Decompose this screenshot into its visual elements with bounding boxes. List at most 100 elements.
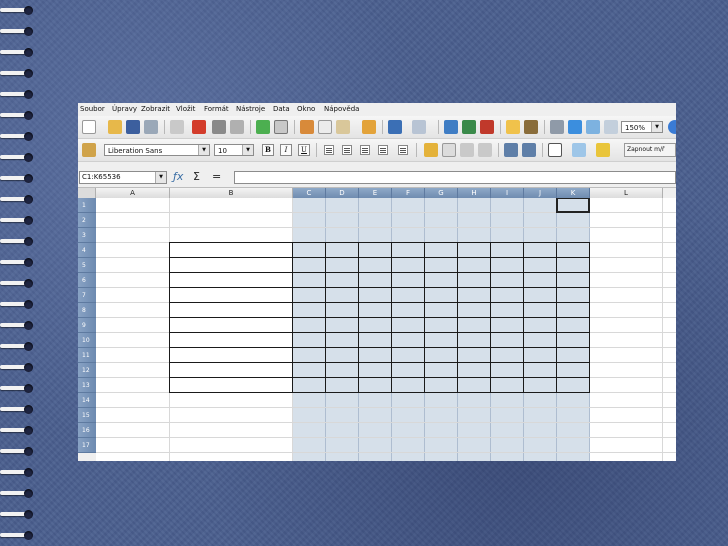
sort-ascending-icon[interactable]	[462, 120, 476, 134]
row-header-17[interactable]: 17	[78, 438, 96, 453]
document-icon[interactable]	[170, 120, 184, 134]
row-header-9[interactable]: 9	[78, 318, 96, 333]
row-header-1[interactable]: 1	[78, 198, 96, 213]
print-preview-icon[interactable]	[230, 120, 244, 134]
remove-decimal-icon[interactable]	[478, 143, 492, 157]
row-header-8[interactable]: 8	[78, 303, 96, 318]
copy-icon[interactable]	[318, 120, 332, 134]
paste-icon[interactable]	[336, 120, 350, 134]
sum-icon[interactable]: Σ	[193, 170, 200, 184]
column-header-l[interactable]: L	[590, 188, 663, 198]
print-icon[interactable]	[212, 120, 226, 134]
row-header-4[interactable]: 4	[78, 243, 96, 258]
currency-format-icon[interactable]	[424, 143, 438, 157]
edit-file-icon[interactable]	[144, 120, 158, 134]
merge-cells-icon[interactable]	[398, 145, 408, 155]
cut-icon[interactable]	[300, 120, 314, 134]
row-header-7[interactable]: 7	[78, 288, 96, 303]
column-header-i[interactable]: I	[491, 188, 524, 198]
row-header-12[interactable]: 12	[78, 363, 96, 378]
binding-ring	[0, 111, 34, 120]
chart-icon[interactable]	[506, 120, 520, 134]
find-replace-icon[interactable]	[550, 120, 564, 134]
column-header-a[interactable]: A	[96, 188, 170, 198]
toolbar-separator	[316, 143, 317, 157]
menu-vlozit[interactable]: Vložit	[176, 105, 195, 113]
decrease-indent-icon[interactable]	[504, 143, 518, 157]
column-header-b[interactable]: B	[170, 188, 293, 198]
bold-button[interactable]: B	[262, 144, 274, 156]
column-header-g[interactable]: G	[425, 188, 458, 198]
row-header-15[interactable]: 15	[78, 408, 96, 423]
function-wizard-icon[interactable]: ƒx	[173, 170, 183, 184]
row-header-6[interactable]: 6	[78, 273, 96, 288]
menu-nastroje[interactable]: Nástroje	[236, 105, 265, 113]
export-pdf-icon[interactable]	[192, 120, 206, 134]
percent-format-icon[interactable]	[442, 143, 456, 157]
align-center-icon[interactable]	[342, 145, 352, 155]
data-sources-icon[interactable]	[604, 120, 618, 134]
navigator-icon[interactable]	[568, 120, 582, 134]
redo-icon[interactable]	[412, 120, 426, 134]
column-header-c[interactable]: C	[293, 188, 326, 198]
menu-soubor[interactable]: Soubor	[80, 105, 105, 113]
column-header-f[interactable]: F	[392, 188, 425, 198]
font-name-combo[interactable]: Liberation Sans ▼	[104, 144, 210, 156]
row-header-13[interactable]: 13	[78, 378, 96, 393]
underline-button[interactable]: U	[298, 144, 310, 156]
row-header-10[interactable]: 10	[78, 333, 96, 348]
row-header-14[interactable]: 14	[78, 393, 96, 408]
menu-format[interactable]: Formát	[204, 105, 229, 113]
row-header-3[interactable]: 3	[78, 228, 96, 243]
menu-napoveda[interactable]: Nápověda	[324, 105, 359, 113]
row-header-5[interactable]: 5	[78, 258, 96, 273]
spellcheck-icon[interactable]	[256, 120, 270, 134]
equals-icon[interactable]: =	[212, 170, 221, 184]
wrap-text-button[interactable]: Zapnout m/ř	[624, 143, 676, 157]
open-folder-icon[interactable]	[108, 120, 122, 134]
row-header-2[interactable]: 2	[78, 213, 96, 228]
formula-input[interactable]	[234, 171, 676, 184]
chevron-down-icon[interactable]: ▼	[651, 122, 662, 132]
gallery-icon[interactable]	[586, 120, 600, 134]
menu-upravy[interactable]: Úpravy	[112, 105, 137, 113]
increase-indent-icon[interactable]	[522, 143, 536, 157]
font-size-combo[interactable]: 10 ▼	[214, 144, 254, 156]
chevron-down-icon[interactable]: ▼	[155, 172, 166, 183]
chevron-down-icon[interactable]: ▼	[198, 145, 209, 155]
column-header-j[interactable]: J	[524, 188, 557, 198]
column-header-e[interactable]: E	[359, 188, 392, 198]
cell-grid[interactable]	[96, 197, 676, 461]
save-icon[interactable]	[126, 120, 140, 134]
align-right-icon[interactable]	[360, 145, 370, 155]
menu-okno[interactable]: Okno	[297, 105, 315, 113]
zoom-combo[interactable]: 150% ▼	[621, 121, 663, 133]
styles-icon[interactable]	[82, 143, 96, 157]
active-cell-cursor[interactable]	[556, 197, 590, 213]
menu-data[interactable]: Data	[273, 105, 290, 113]
font-color-icon[interactable]	[596, 143, 610, 157]
hyperlink-icon[interactable]	[444, 120, 458, 134]
new-document-icon[interactable]	[82, 120, 96, 134]
menu-zobrazit[interactable]: Zobrazit	[141, 105, 170, 113]
align-left-icon[interactable]	[324, 145, 334, 155]
column-header-d[interactable]: D	[326, 188, 359, 198]
column-header-h[interactable]: H	[458, 188, 491, 198]
undo-icon[interactable]	[388, 120, 402, 134]
name-box[interactable]: C1:K65536 ▼	[79, 171, 167, 184]
background-color-icon[interactable]	[572, 143, 586, 157]
autospellcheck-icon[interactable]	[274, 120, 288, 134]
chevron-down-icon[interactable]: ▼	[242, 145, 253, 155]
borders-icon[interactable]	[548, 143, 562, 157]
add-decimal-icon[interactable]	[460, 143, 474, 157]
clone-format-icon[interactable]	[362, 120, 376, 134]
column-header-k[interactable]: K	[557, 188, 590, 198]
select-all-corner[interactable]	[78, 188, 96, 198]
row-header-11[interactable]: 11	[78, 348, 96, 363]
row-header-16[interactable]: 16	[78, 423, 96, 438]
pivot-table-icon[interactable]	[524, 120, 538, 134]
help-icon[interactable]	[668, 120, 676, 134]
italic-button[interactable]: I	[280, 144, 292, 156]
justify-icon[interactable]	[378, 145, 388, 155]
sort-descending-icon[interactable]	[480, 120, 494, 134]
